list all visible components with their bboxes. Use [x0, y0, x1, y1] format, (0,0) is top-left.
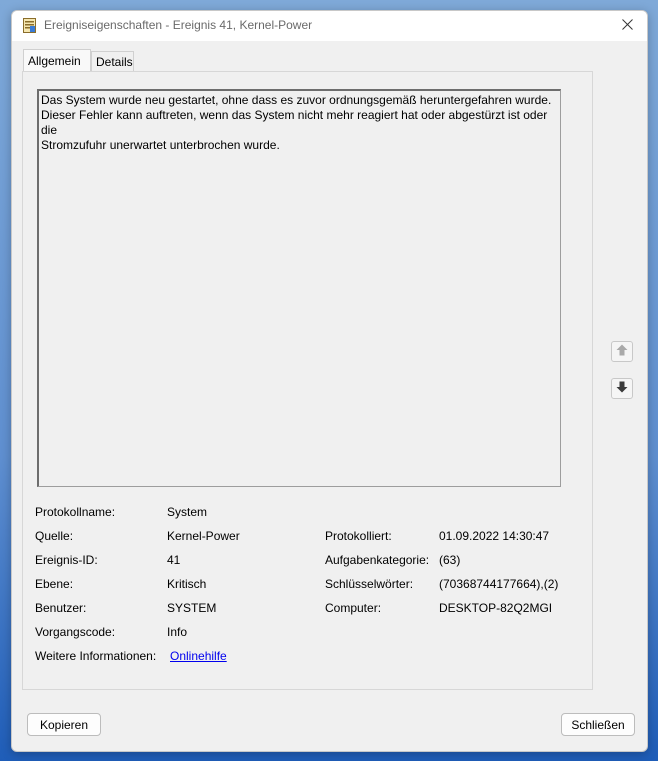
protokolliert-value: 01.09.2022 14:30:47 [439, 529, 550, 543]
event-properties-icon [23, 18, 36, 33]
protokollname-label: Protokollname: [35, 505, 116, 519]
schluesselwoerter-value: (70368744177664),(2) [439, 577, 559, 591]
close-button[interactable]: Schließen [561, 713, 635, 736]
arrow-down-icon [616, 381, 628, 396]
schluesselwoerter-label: Schlüsselwörter: [325, 577, 414, 591]
ereignis-id-label: Ereignis-ID: [35, 553, 98, 567]
computer-label: Computer: [325, 601, 382, 615]
quelle-label: Quelle: [35, 529, 74, 543]
ebene-label: Ebene: [35, 577, 74, 591]
ebene-value: Kritisch [167, 577, 207, 591]
close-icon [621, 19, 633, 33]
title-bar: Ereigniseigenschaften - Ereignis 41, Ker… [12, 11, 647, 41]
protokolliert-label: Protokolliert: [325, 529, 392, 543]
tab-details[interactable]: Details [91, 51, 134, 71]
vorgangscode-label: Vorgangscode: [35, 625, 116, 639]
protokollname-value: System [167, 505, 208, 519]
copy-button[interactable]: Kopieren [27, 713, 101, 736]
aufgabenkategorie-value: (63) [439, 553, 461, 567]
close-window-button[interactable] [607, 11, 647, 41]
onlinehilfe-link[interactable]: Onlinehilfe [170, 649, 227, 663]
aufgabenkategorie-label: Aufgabenkategorie: [325, 553, 430, 567]
quelle-value: Kernel-Power [167, 529, 240, 543]
previous-event-button[interactable] [611, 341, 633, 362]
tab-allgemein[interactable]: Allgemein [23, 49, 91, 71]
event-properties-window: Ereigniseigenschaften - Ereignis 41, Ker… [11, 10, 648, 752]
benutzer-label: Benutzer: [35, 601, 87, 615]
computer-value: DESKTOP-82Q2MGI [439, 601, 553, 615]
ereignis-id-value: 41 [167, 553, 181, 567]
weitere-informationen-label: Weitere Informationen: [35, 649, 157, 663]
benutzer-value: SYSTEM [167, 601, 217, 615]
window-title: Ereigniseigenschaften - Ereignis 41, Ker… [44, 18, 313, 32]
arrow-up-icon [616, 344, 628, 359]
next-event-button[interactable] [611, 378, 633, 399]
tab-panel-allgemein: Das System wurde neu gestartet, ohne das… [22, 71, 593, 690]
description-text: Das System wurde neu gestartet, ohne das… [41, 93, 552, 152]
vorgangscode-value: Info [167, 625, 188, 639]
description-box[interactable]: Das System wurde neu gestartet, ohne das… [37, 89, 561, 487]
